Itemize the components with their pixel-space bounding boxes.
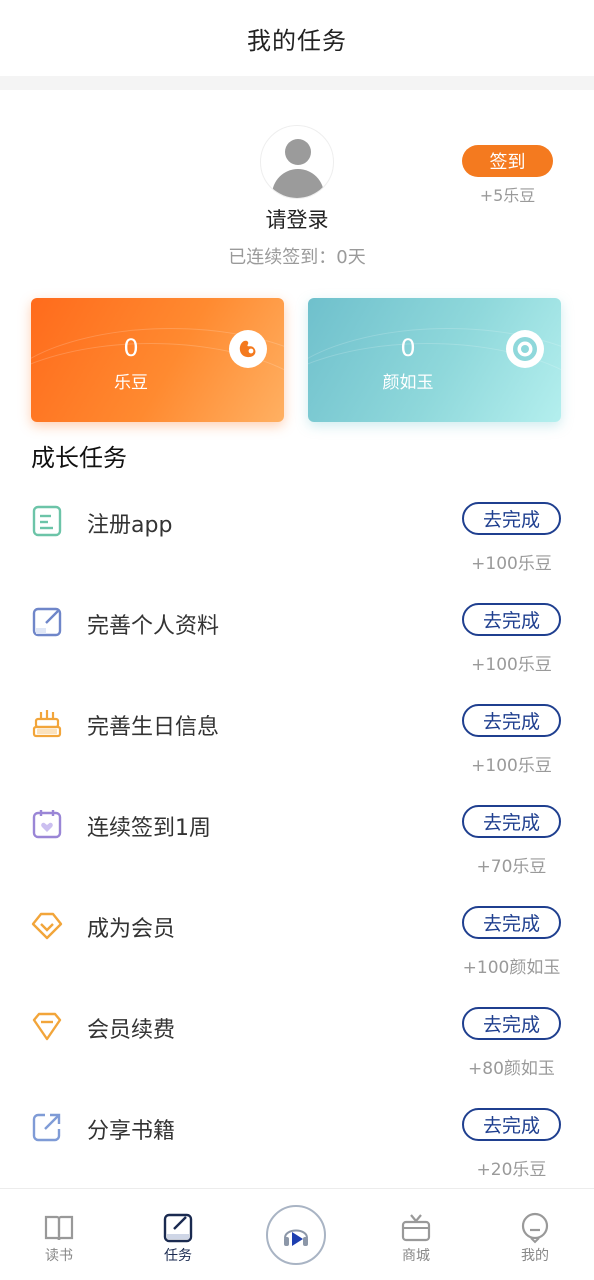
- nav-label: 任务: [164, 1248, 192, 1264]
- gem-icon: [32, 1012, 62, 1041]
- task-page: 我的任务 请登录 已连续签到：0天 签到 +5乐豆 0 乐豆 0 颜如玉 成长任…: [0, 0, 594, 1280]
- task-name: 分享书籍: [87, 1119, 176, 1144]
- page-title: 我的任务: [247, 26, 347, 55]
- nav-label: 读书: [45, 1248, 73, 1264]
- nav-label: 我的: [521, 1248, 549, 1264]
- task-become-member: 成为会员 去完成 +100颜如玉: [0, 906, 594, 1009]
- task-name: 连续签到1周: [87, 816, 211, 841]
- jade-coin-icon: [506, 330, 544, 368]
- task-reward: +100乐豆: [471, 655, 552, 675]
- task-name: 完善生日信息: [87, 715, 220, 740]
- nav-item-mine[interactable]: 我的: [495, 1211, 575, 1265]
- audio-play-button[interactable]: [266, 1205, 326, 1265]
- cake-icon: [32, 710, 62, 738]
- book-icon: [44, 1215, 74, 1241]
- task-reward: +70乐豆: [476, 857, 547, 877]
- complete-button[interactable]: 去完成: [462, 704, 561, 737]
- task-name: 注册app: [87, 513, 173, 538]
- document-icon: [32, 505, 62, 537]
- complete-button[interactable]: 去完成: [462, 603, 561, 636]
- page-header: 我的任务: [0, 0, 594, 76]
- task-profile: 完善个人资料 去完成 +100乐豆: [0, 603, 594, 706]
- task-reward: +80颜如玉: [468, 1059, 555, 1079]
- avatar-body-shape: [272, 169, 324, 198]
- task-birthday: 完善生日信息 去完成 +100乐豆: [0, 704, 594, 807]
- nav-item-mall[interactable]: 商城: [376, 1211, 456, 1265]
- edit-icon: [32, 607, 62, 637]
- yanruyu-label: 颜如玉: [382, 373, 434, 393]
- share-icon: [32, 1113, 61, 1142]
- profile-face-icon: [521, 1212, 549, 1244]
- complete-button[interactable]: 去完成: [462, 1007, 561, 1040]
- headphones-play-icon: [284, 1229, 308, 1246]
- bottom-nav: 读书 任务 商城 我的: [0, 1188, 594, 1280]
- task-reward: +100乐豆: [471, 756, 552, 776]
- ledou-card[interactable]: 0 乐豆: [31, 298, 284, 422]
- task-checkin-week: 连续签到1周 去完成 +70乐豆: [0, 805, 594, 908]
- yanruyu-value: 0: [400, 334, 416, 362]
- avatar[interactable]: [260, 125, 334, 199]
- nav-item-tasks[interactable]: 任务: [138, 1211, 218, 1265]
- task-reward: +20乐豆: [476, 1160, 547, 1180]
- calendar-icon: [32, 810, 62, 839]
- ledou-label: 乐豆: [114, 373, 148, 393]
- task-register: 注册app 去完成 +100乐豆: [0, 502, 594, 605]
- checkin-streak: 已连续签到：0天: [228, 247, 366, 268]
- ledou-value: 0: [123, 334, 139, 362]
- nav-item-read[interactable]: 读书: [19, 1211, 99, 1265]
- ledou-coin-icon: [229, 330, 267, 368]
- section-title: 成长任务: [31, 444, 127, 472]
- login-link[interactable]: 请登录: [0, 204, 594, 234]
- complete-button[interactable]: 去完成: [462, 906, 561, 939]
- nav-label: 商城: [402, 1248, 430, 1264]
- yanruyu-card[interactable]: 0 颜如玉: [308, 298, 561, 422]
- complete-button[interactable]: 去完成: [462, 805, 561, 838]
- checkin-reward: +5乐豆: [479, 186, 536, 205]
- tv-shop-icon: [401, 1214, 431, 1242]
- avatar-head-shape: [285, 139, 311, 165]
- header-divider: [0, 76, 594, 90]
- task-name: 会员续费: [87, 1018, 176, 1043]
- task-reward: +100颜如玉: [462, 958, 561, 978]
- complete-button[interactable]: 去完成: [462, 502, 561, 535]
- diamond-icon: [31, 912, 63, 940]
- checkin-button[interactable]: 签到: [462, 145, 553, 177]
- task-name: 成为会员: [87, 917, 176, 942]
- task-edit-icon: [163, 1213, 193, 1243]
- task-name: 完善个人资料: [87, 614, 220, 639]
- task-reward: +100乐豆: [471, 554, 552, 574]
- complete-button[interactable]: 去完成: [462, 1108, 561, 1141]
- task-renew-member: 会员续费 去完成 +80颜如玉: [0, 1007, 594, 1110]
